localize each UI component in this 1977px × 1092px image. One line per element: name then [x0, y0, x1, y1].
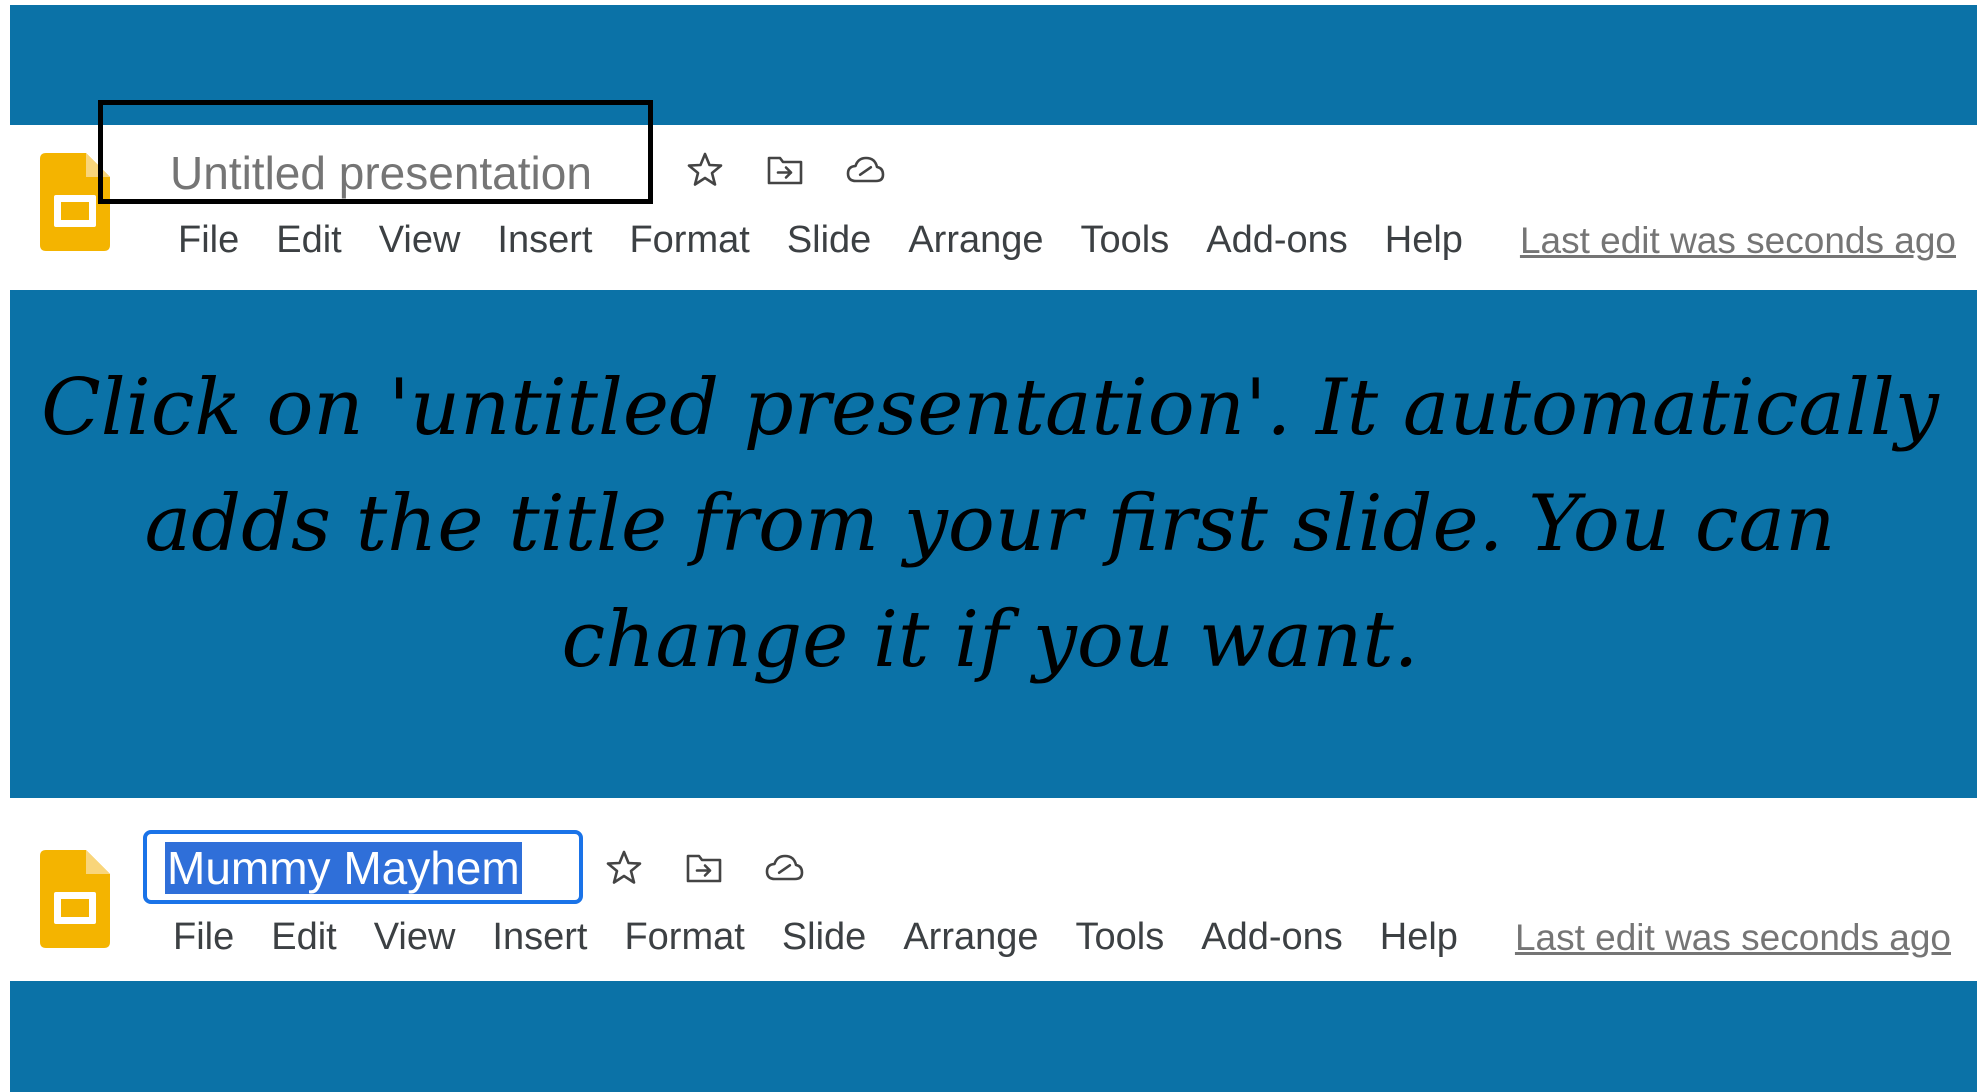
move-to-folder-icon[interactable] [763, 148, 807, 192]
docs-header-after: Mummy Mayhem File Edit View Insert Forma… [10, 798, 1977, 981]
menu-format[interactable]: Format [624, 916, 744, 959]
slides-logo-icon[interactable] [40, 850, 110, 948]
selected-title-text[interactable]: Mummy Mayhem [165, 842, 522, 894]
menu-format[interactable]: Format [629, 219, 749, 262]
menu-insert[interactable]: Insert [497, 219, 592, 262]
cloud-status-icon[interactable] [762, 846, 806, 890]
cloud-status-icon[interactable] [843, 148, 887, 192]
menu-view[interactable]: View [374, 916, 456, 959]
menu-view[interactable]: View [379, 219, 461, 262]
menu-bar: File Edit View Insert Format Slide Arran… [178, 219, 1956, 262]
last-edit-link[interactable]: Last edit was seconds ago [1520, 220, 1956, 262]
menu-tools[interactable]: Tools [1081, 219, 1170, 262]
move-to-folder-icon[interactable] [682, 846, 726, 890]
menu-insert[interactable]: Insert [492, 916, 587, 959]
menu-file[interactable]: File [173, 916, 234, 959]
menu-file[interactable]: File [178, 219, 239, 262]
menu-tools[interactable]: Tools [1076, 916, 1165, 959]
menu-slide[interactable]: Slide [782, 916, 867, 959]
docs-header-before: Untitled presentation File Edit View Ins… [10, 100, 1977, 290]
menu-arrange[interactable]: Arrange [908, 219, 1043, 262]
menu-edit[interactable]: Edit [271, 916, 336, 959]
menu-slide[interactable]: Slide [787, 219, 872, 262]
star-icon[interactable] [602, 846, 646, 890]
menu-arrange[interactable]: Arrange [903, 916, 1038, 959]
star-icon[interactable] [683, 148, 727, 192]
menu-help[interactable]: Help [1380, 916, 1458, 959]
menu-add-ons[interactable]: Add-ons [1201, 916, 1343, 959]
menu-add-ons[interactable]: Add-ons [1206, 219, 1348, 262]
menu-bar: File Edit View Insert Format Slide Arran… [173, 916, 1951, 959]
menu-help[interactable]: Help [1385, 219, 1463, 262]
menu-edit[interactable]: Edit [276, 219, 341, 262]
title-icon-group [602, 846, 842, 890]
title-input-field[interactable]: Mummy Mayhem [143, 830, 583, 904]
last-edit-link[interactable]: Last edit was seconds ago [1515, 917, 1951, 959]
instruction-text: Click on 'untitled presentation'. It aut… [41, 363, 1939, 685]
document-title[interactable]: Untitled presentation [170, 146, 592, 200]
title-icon-group [683, 148, 923, 192]
